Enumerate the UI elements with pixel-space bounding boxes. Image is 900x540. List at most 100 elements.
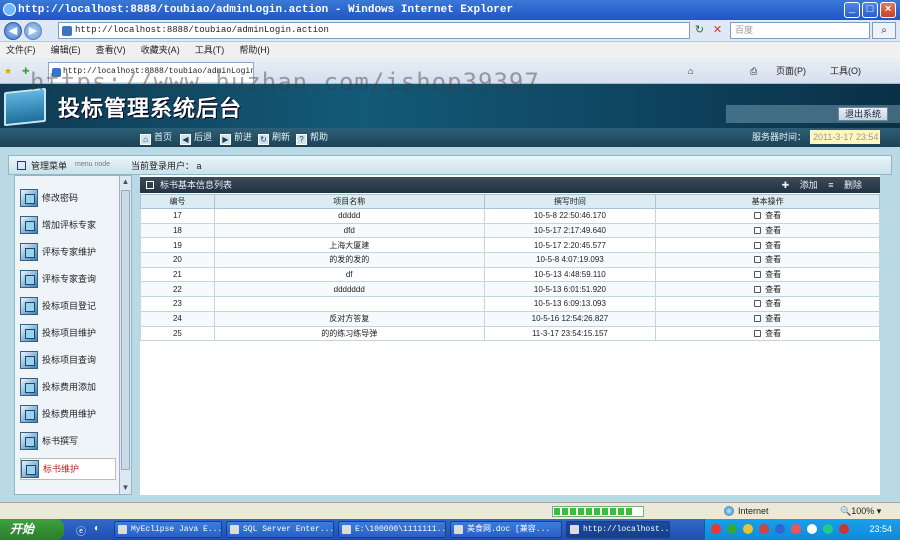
view-link[interactable]: 查看 bbox=[754, 211, 781, 220]
cell-name: 反对方答复 bbox=[213, 310, 485, 327]
home-toolbar-icon[interactable]: ⌂ bbox=[688, 64, 693, 78]
tools-menu[interactable]: 工具(O) bbox=[830, 64, 861, 78]
cell-id: 25 bbox=[140, 325, 215, 342]
sidebar-item-project-maintain[interactable]: 投标项目维护 bbox=[20, 323, 116, 345]
page-icon bbox=[62, 26, 72, 36]
add-favorites-icon[interactable]: ✚ bbox=[22, 64, 30, 78]
sidebar-item-change-password[interactable]: 修改密码 bbox=[20, 188, 116, 210]
tray-icon-2[interactable] bbox=[727, 524, 737, 534]
cell-time: 10-5-8 22:50:46.170 bbox=[483, 208, 657, 224]
tray-icon-5[interactable] bbox=[775, 524, 785, 534]
sidebar-item-fee-maintain[interactable]: 投标费用维护 bbox=[20, 404, 116, 426]
view-icon bbox=[754, 256, 762, 264]
add-button[interactable]: ✚ 添加 bbox=[782, 180, 818, 190]
app-toolbar: ⌂ 首页 ◀ 后退 ▶ 前进 ↻ 刷新 ? 帮助 服务器时间： 2011-3-17 23:… bbox=[0, 128, 900, 147]
table-body: 17 ddddd 10-5-8 22:50:46.170 查看 18 dfd 10-5-17… bbox=[140, 208, 880, 342]
tray-icon-3[interactable] bbox=[743, 524, 753, 534]
security-zone: Internet bbox=[724, 505, 769, 518]
favorites-star-icon[interactable]: ★ bbox=[4, 64, 12, 78]
current-user: 当前登录用户： a bbox=[131, 161, 202, 171]
page-menu[interactable]: 页面(P) bbox=[776, 64, 806, 78]
logout-button[interactable]: 退出系统 bbox=[838, 107, 888, 121]
menu-edit[interactable]: 编辑(E) bbox=[45, 42, 87, 58]
watermark: https://www.huzhan.com/ishop39397 bbox=[30, 68, 540, 96]
quicklaunch-ie-icon[interactable]: ⓔ bbox=[76, 523, 86, 538]
nav-help[interactable]: ? 帮助 bbox=[296, 131, 328, 145]
maximize-button[interactable]: □ bbox=[862, 2, 878, 18]
sidebar-item-bid-maintain[interactable]: 标书维护 bbox=[20, 458, 116, 480]
sidebar-item-project-register[interactable]: 投标项目登记 bbox=[20, 296, 116, 318]
forward-button[interactable]: ▶ bbox=[24, 22, 42, 40]
start-button[interactable]: 开始 bbox=[0, 519, 64, 540]
sidebar-item-project-query[interactable]: 投标项目查询 bbox=[20, 350, 116, 372]
view-icon bbox=[754, 300, 762, 308]
tray-icon-8[interactable] bbox=[823, 524, 833, 534]
menu-item-icon bbox=[20, 432, 38, 450]
scroll-down-icon[interactable]: ▼ bbox=[120, 482, 131, 494]
taskbar-item-ie[interactable]: http://localhost... bbox=[566, 521, 670, 538]
stop-icon[interactable]: ✕ bbox=[710, 23, 725, 38]
url-input[interactable]: http://localhost:8888/toubiao/adminLogin… bbox=[58, 22, 690, 39]
cell-id: 21 bbox=[140, 266, 215, 283]
taskbar-item-sqlserver[interactable]: SQL Server Enter... bbox=[226, 521, 334, 538]
cell-ops: 查看 bbox=[655, 208, 880, 224]
view-link[interactable]: 查看 bbox=[754, 285, 781, 294]
delete-button[interactable]: ≡ 删除 bbox=[828, 180, 862, 190]
scroll-thumb[interactable] bbox=[121, 190, 130, 470]
cell-ops: 查看 bbox=[655, 237, 880, 254]
menu-view[interactable]: 查看(V) bbox=[90, 42, 132, 58]
refresh-icon[interactable]: ↻ bbox=[692, 23, 707, 38]
taskbar-item-word[interactable]: 美食网.doc [兼容... bbox=[450, 521, 562, 538]
view-icon bbox=[754, 329, 762, 337]
cell-id: 23 bbox=[140, 296, 215, 312]
tray-icon-1[interactable] bbox=[711, 524, 721, 534]
taskbar-item-myeclipse[interactable]: MyEclipse Java E... bbox=[114, 521, 222, 538]
view-link[interactable]: 查看 bbox=[754, 241, 781, 250]
sidebar-scrollbar[interactable]: ▲ ▼ bbox=[119, 176, 131, 494]
print-icon[interactable]: ⎙ bbox=[750, 64, 757, 78]
scroll-up-icon[interactable]: ▲ bbox=[120, 176, 131, 188]
view-link[interactable]: 查看 bbox=[754, 270, 781, 279]
menu-file[interactable]: 文件(F) bbox=[0, 42, 42, 58]
cell-ops: 查看 bbox=[655, 266, 880, 283]
cell-name: 上海大厦建 bbox=[213, 237, 485, 254]
search-button[interactable]: ⌕ bbox=[872, 22, 896, 39]
tray-icon-7[interactable] bbox=[807, 524, 817, 534]
back-button[interactable]: ◀ bbox=[4, 22, 22, 40]
bid-table: 编号 项目名称 撰写时间 基本操作 17 ddddd 10-5-8 22:50:46… bbox=[140, 194, 880, 342]
tray-icon-9[interactable] bbox=[839, 524, 849, 534]
menu-tools[interactable]: 工具(T) bbox=[189, 42, 231, 58]
view-link[interactable]: 查看 bbox=[754, 314, 781, 323]
sidebar-item-expert-query[interactable]: 评标专家查询 bbox=[20, 269, 116, 291]
view-icon bbox=[754, 241, 762, 249]
minimize-button[interactable]: _ bbox=[844, 2, 860, 18]
menu-toggle-icon[interactable] bbox=[17, 161, 26, 170]
table-title-bar: 标书基本信息列表 ✚ 添加 ≡ 删除 bbox=[140, 177, 880, 193]
view-link[interactable]: 查看 bbox=[754, 226, 781, 235]
menu-help[interactable]: 帮助(H) bbox=[233, 42, 276, 58]
tray-icon-6[interactable] bbox=[791, 524, 801, 534]
menu-favorites[interactable]: 收藏夹(A) bbox=[135, 42, 186, 58]
window-title-bar: http://localhost:8888/toubiao/adminLogin… bbox=[0, 0, 900, 20]
nav-home[interactable]: ⌂ 首页 bbox=[140, 131, 172, 145]
sidebar-item-bid-write[interactable]: 标书撰写 bbox=[20, 431, 116, 453]
nav-back[interactable]: ◀ 后退 bbox=[180, 131, 212, 145]
view-link[interactable]: 查看 bbox=[754, 329, 781, 338]
search-input[interactable]: 百度 bbox=[730, 22, 870, 39]
sidebar-item-fee-add[interactable]: 投标费用添加 bbox=[20, 377, 116, 399]
folder-icon bbox=[342, 525, 351, 534]
quicklaunch-desktop-icon[interactable]: ◐ bbox=[94, 523, 100, 534]
view-link[interactable]: 查看 bbox=[754, 255, 781, 264]
close-button[interactable]: × bbox=[880, 2, 896, 18]
menu-item-icon bbox=[20, 189, 38, 207]
sidebar-item-add-expert[interactable]: 增加评标专家 bbox=[20, 215, 116, 237]
sidebar-item-expert-maintain[interactable]: 评标专家维护 bbox=[20, 242, 116, 264]
taskbar-item-folder[interactable]: E:\100000\1111111... bbox=[338, 521, 446, 538]
tray-icon-4[interactable] bbox=[759, 524, 769, 534]
zoom-level[interactable]: 🔍100% ▾ bbox=[840, 505, 881, 518]
nav-forward[interactable]: ▶ 前进 bbox=[220, 131, 252, 145]
nav-refresh[interactable]: ↻ 刷新 bbox=[258, 131, 290, 145]
ie-icon bbox=[570, 525, 579, 534]
view-link[interactable]: 查看 bbox=[754, 299, 781, 308]
word-icon bbox=[454, 525, 463, 534]
